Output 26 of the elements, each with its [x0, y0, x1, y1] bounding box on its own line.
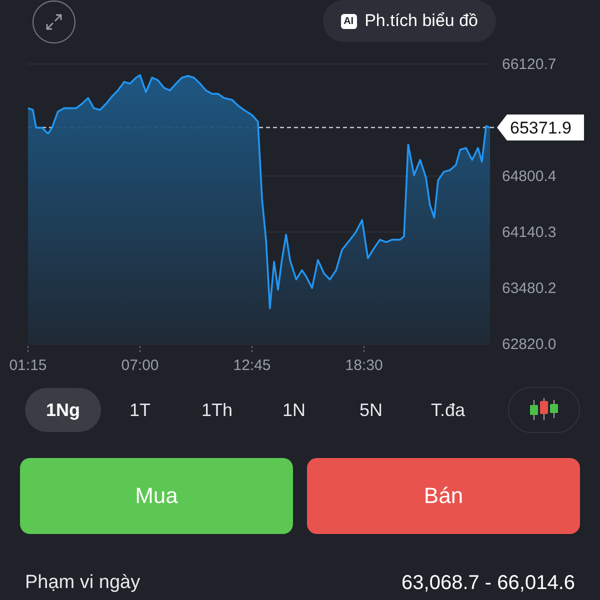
chart-analysis-button[interactable]: AI Ph.tích biểu đồ: [322, 0, 496, 42]
period-tab[interactable]: 1Th: [179, 388, 255, 432]
x-axis-label: 12:45: [233, 357, 271, 374]
y-axis-label: 64800.4: [502, 168, 556, 185]
y-axis-label: 63480.2: [502, 280, 556, 297]
x-axis-label: 18:30: [345, 357, 383, 374]
tick-line: [252, 346, 253, 354]
candlestick-icon: [528, 398, 560, 422]
x-axis-label: 07:00: [121, 357, 159, 374]
tick-line: [364, 346, 365, 354]
period-tab[interactable]: 1T: [102, 388, 178, 432]
y-axis-label: 62820.0: [502, 336, 556, 353]
period-tab[interactable]: T.đa: [410, 388, 486, 432]
y-axis-label: 64140.3: [502, 224, 556, 241]
x-axis-label: 01:15: [9, 357, 47, 374]
expand-icon[interactable]: [32, 0, 76, 44]
day-range-value: 63,068.7 - 66,014.6: [402, 572, 575, 595]
period-tab[interactable]: 5N: [333, 388, 409, 432]
price-tag: 65371.9: [497, 114, 584, 141]
candlestick-button[interactable]: [508, 387, 580, 433]
ref-line-label: 65371.9: [510, 118, 572, 138]
period-tab[interactable]: 1Ng: [25, 388, 101, 432]
period-tab[interactable]: 1N: [256, 388, 332, 432]
day-range-label: Phạm vi ngày: [25, 572, 140, 595]
sell-button[interactable]: Bán: [307, 458, 580, 534]
y-axis-label: 66120.7: [502, 56, 556, 73]
